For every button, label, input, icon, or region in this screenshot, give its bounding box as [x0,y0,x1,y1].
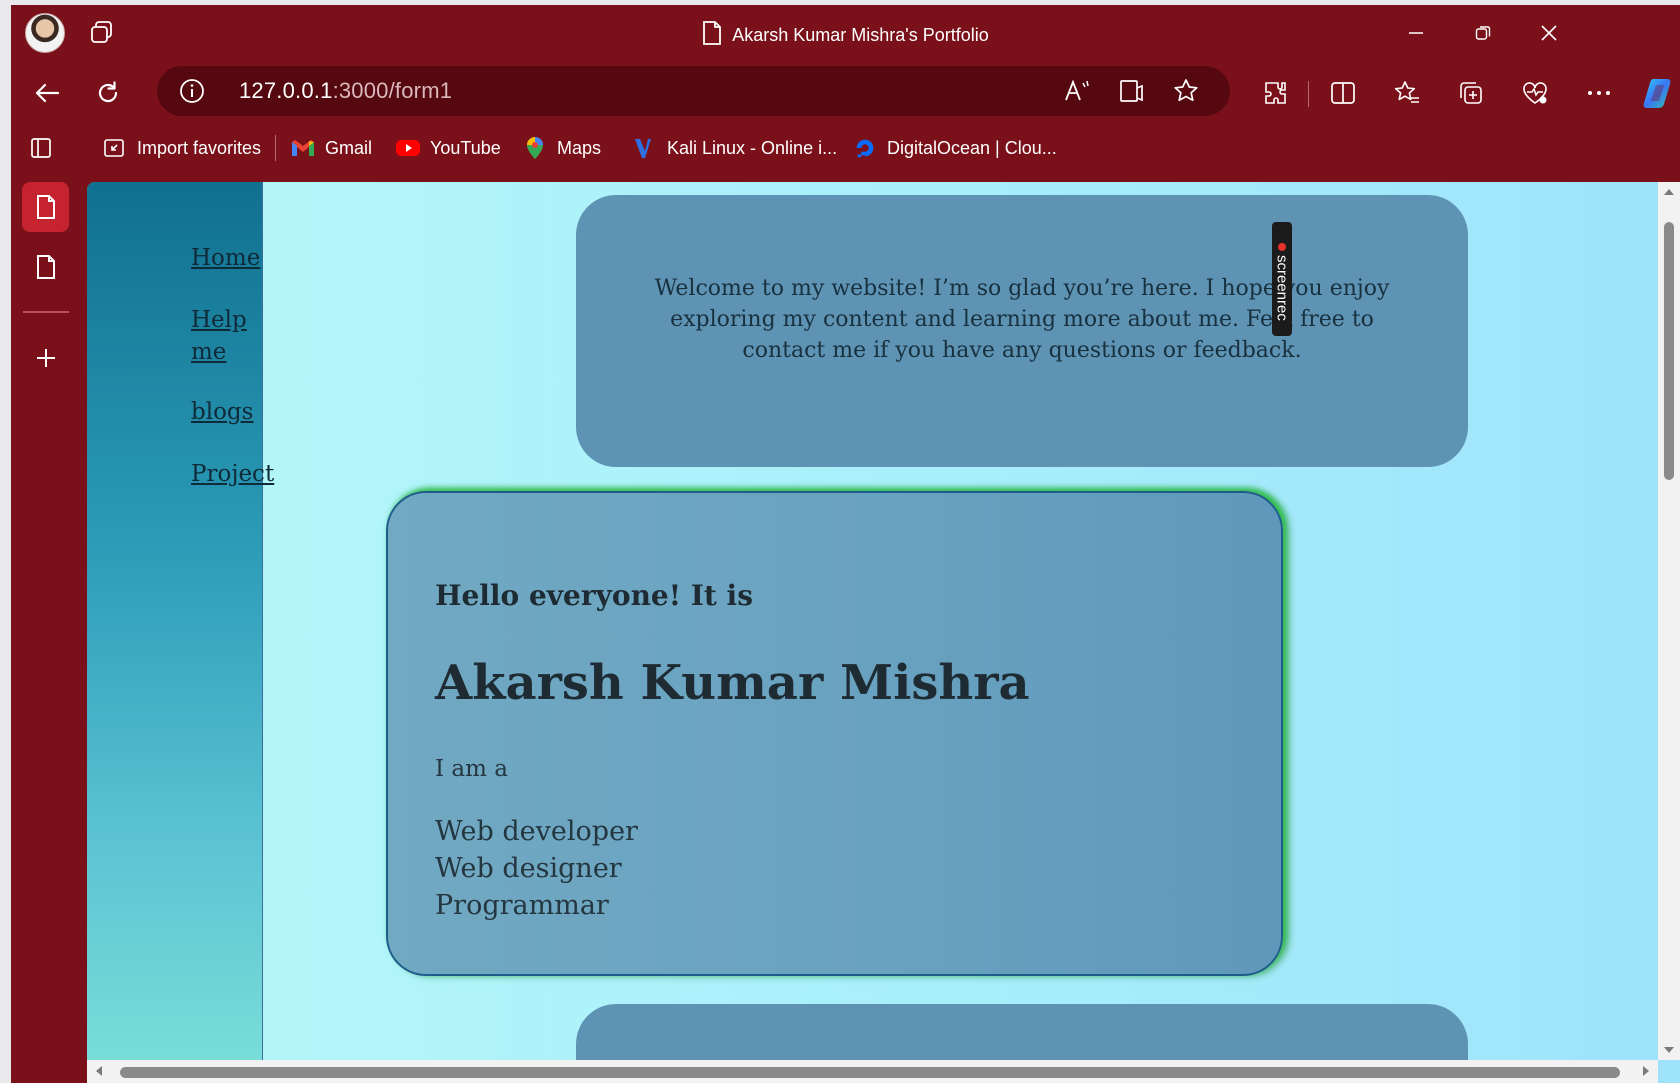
horizontal-scroll-thumb[interactable] [120,1067,1620,1078]
nav-help-link[interactable]: Help me [191,304,247,368]
browser-window: Akarsh Kumar Mishra's Portfolio 127.0.0.… [11,5,1680,1083]
intro-card: Hello everyone! It is Akarsh Kumar Mishr… [386,491,1283,976]
welcome-text: Welcome to my website! I’m so glad you’r… [654,276,1390,363]
welcome-card: Welcome to my website! I’m so glad you’r… [576,195,1468,467]
maps-pin-icon [523,136,547,160]
window-title-text: Akarsh Kumar Mishra's Portfolio [732,25,989,45]
digitalocean-icon [853,136,877,160]
minimize-button[interactable] [1393,15,1439,51]
collections-icon[interactable] [1451,73,1491,113]
scroll-up-arrow-icon[interactable] [1663,188,1675,196]
site-sidebar: Home Help me blogs Project [87,182,274,1060]
nav-home-link[interactable]: Home [191,242,260,274]
role-item: Web designer [435,853,622,884]
favorite-kali[interactable]: Kali Linux - Online i... [633,127,837,169]
youtube-icon [396,136,420,160]
immersive-reader-icon[interactable] [1115,74,1149,108]
close-button[interactable] [1526,15,1572,51]
refresh-button[interactable] [88,73,128,113]
nav-project-link[interactable]: Project [191,458,274,490]
role-item: Web developer [435,816,638,847]
favorites-bar: Import favorites Gmail YouTube Maps Kali… [11,127,1680,169]
page-viewport: Home Help me blogs Project Welcome to my … [87,182,1680,1083]
nav-blogs-link[interactable]: blogs [191,396,253,428]
screenrec-badge[interactable]: screenrec [1272,222,1292,336]
copilot-icon[interactable] [1639,73,1679,113]
kali-icon [633,136,657,160]
title-bar: Akarsh Kumar Mishra's Portfolio [11,5,1680,61]
split-screen-icon[interactable] [1323,73,1363,113]
import-icon [103,136,127,160]
extensions-icon[interactable] [1255,73,1295,113]
vertical-tabs [11,165,81,1083]
read-aloud-icon[interactable] [1060,74,1094,108]
vertical-scrollbar[interactable] [1658,182,1680,1060]
address-bar[interactable]: 127.0.0.1:3000/form1 [157,66,1230,116]
horizontal-scrollbar[interactable] [87,1060,1658,1083]
site-info-icon[interactable] [175,74,209,108]
scroll-left-arrow-icon[interactable] [95,1065,103,1077]
gmail-icon [291,136,315,160]
browser-essentials-icon[interactable] [1515,73,1555,113]
favorite-maps[interactable]: Maps [523,127,601,169]
role-item: Programmar [435,890,609,921]
hero-greeting: Hello everyone! It is [435,579,753,612]
favorite-youtube[interactable]: YouTube [396,127,501,169]
hero-name: Akarsh Kumar Mishra [435,655,1030,711]
tab-portfolio-active[interactable] [22,182,69,232]
scroll-down-arrow-icon[interactable] [1663,1046,1675,1054]
page-icon [702,21,722,50]
tab-actions-icon[interactable] [29,127,53,169]
favorite-star-icon[interactable] [1169,74,1203,108]
more-options-icon[interactable] [1579,73,1619,113]
tab-page[interactable] [22,242,69,292]
browser-toolbar: 127.0.0.1:3000/form1 [11,65,1680,119]
vertical-scroll-thumb[interactable] [1664,222,1674,480]
favorite-import[interactable]: Import favorites [103,127,261,169]
favorite-digitalocean[interactable]: DigitalOcean | Clou... [853,127,1057,169]
favorites-icon[interactable] [1387,73,1427,113]
back-button[interactable] [27,73,67,113]
url-text[interactable]: 127.0.0.1:3000/form1 [239,78,452,104]
favorite-gmail[interactable]: Gmail [291,127,372,169]
scroll-right-arrow-icon[interactable] [1642,1065,1650,1077]
role-list: Web developer Web designer Programmar [435,813,638,924]
new-tab-button[interactable] [22,333,69,383]
restore-button[interactable] [1460,15,1506,51]
record-dot-icon [1278,243,1286,252]
hero-intro: I am a [435,756,508,782]
